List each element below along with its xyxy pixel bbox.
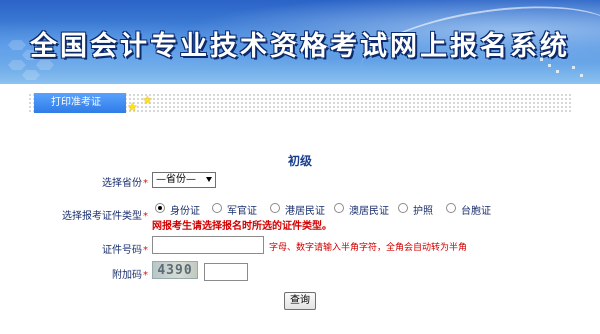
star-icon: ★ (142, 93, 153, 107)
radio-label-passport: 护照 (413, 206, 433, 217)
banner-dot-decoration (580, 74, 583, 77)
id-number-hint: 字母、数字请输入半角字符，全角会自动转为半角 (269, 243, 468, 253)
required-mark: * (143, 211, 148, 222)
captcha-label-text: 附加码 (112, 270, 142, 281)
radio-passport[interactable] (398, 203, 408, 213)
radio-label-id-card: 身份证 (170, 206, 200, 217)
id-number-label: 证件号码* (60, 241, 148, 256)
province-label: 选择省份* (60, 174, 148, 189)
captcha-label: 附加码* (60, 266, 148, 281)
chevron-down-icon (206, 177, 212, 182)
radio-label-macau-resident-id: 澳居民证 (349, 206, 389, 217)
required-mark: * (143, 270, 148, 281)
id-type-label: 选择报考证件类型* (40, 207, 148, 222)
tab-print-admission-ticket[interactable]: 打印准考证 (34, 93, 126, 113)
province-selected-value: —省份— (156, 174, 196, 185)
radio-id-card[interactable] (155, 203, 165, 213)
radio-military-id[interactable] (212, 203, 222, 213)
radio-label-military-id: 军官证 (227, 206, 257, 217)
id-number-label-text: 证件号码 (102, 245, 142, 256)
id-type-label-text: 选择报考证件类型 (62, 211, 142, 222)
banner-hex-decoration (8, 60, 26, 70)
captcha-image[interactable]: 4390 (152, 261, 198, 279)
radio-label-hk-resident-id: 港居民证 (285, 206, 325, 217)
required-mark: * (143, 178, 148, 189)
radio-hk-resident-id[interactable] (270, 203, 280, 213)
province-select[interactable]: —省份— (152, 172, 216, 188)
radio-label-taiwan-compatriot-id: 台胞证 (461, 206, 491, 217)
id-number-input[interactable] (152, 236, 264, 254)
captcha-image-text: 4390 (157, 263, 193, 278)
star-icon: ★ (127, 100, 138, 114)
header-banner: 全国会计专业技术资格考试网上报名系统 (0, 0, 600, 84)
query-button[interactable]: 查询 (284, 292, 316, 310)
radio-taiwan-compatriot-id[interactable] (446, 203, 456, 213)
required-mark: * (143, 245, 148, 256)
exam-level-heading: 初级 (287, 154, 312, 168)
site-title: 全国会计专业技术资格考试网上报名系统 (30, 31, 570, 62)
captcha-input[interactable] (204, 263, 248, 281)
id-type-warning: 网报考生请选择报名时所选的证件类型。 (152, 221, 332, 232)
radio-macau-resident-id[interactable] (334, 203, 344, 213)
banner-hex-decoration (22, 70, 40, 80)
banner-hex-decoration (8, 40, 26, 50)
province-label-text: 选择省份 (102, 178, 142, 189)
